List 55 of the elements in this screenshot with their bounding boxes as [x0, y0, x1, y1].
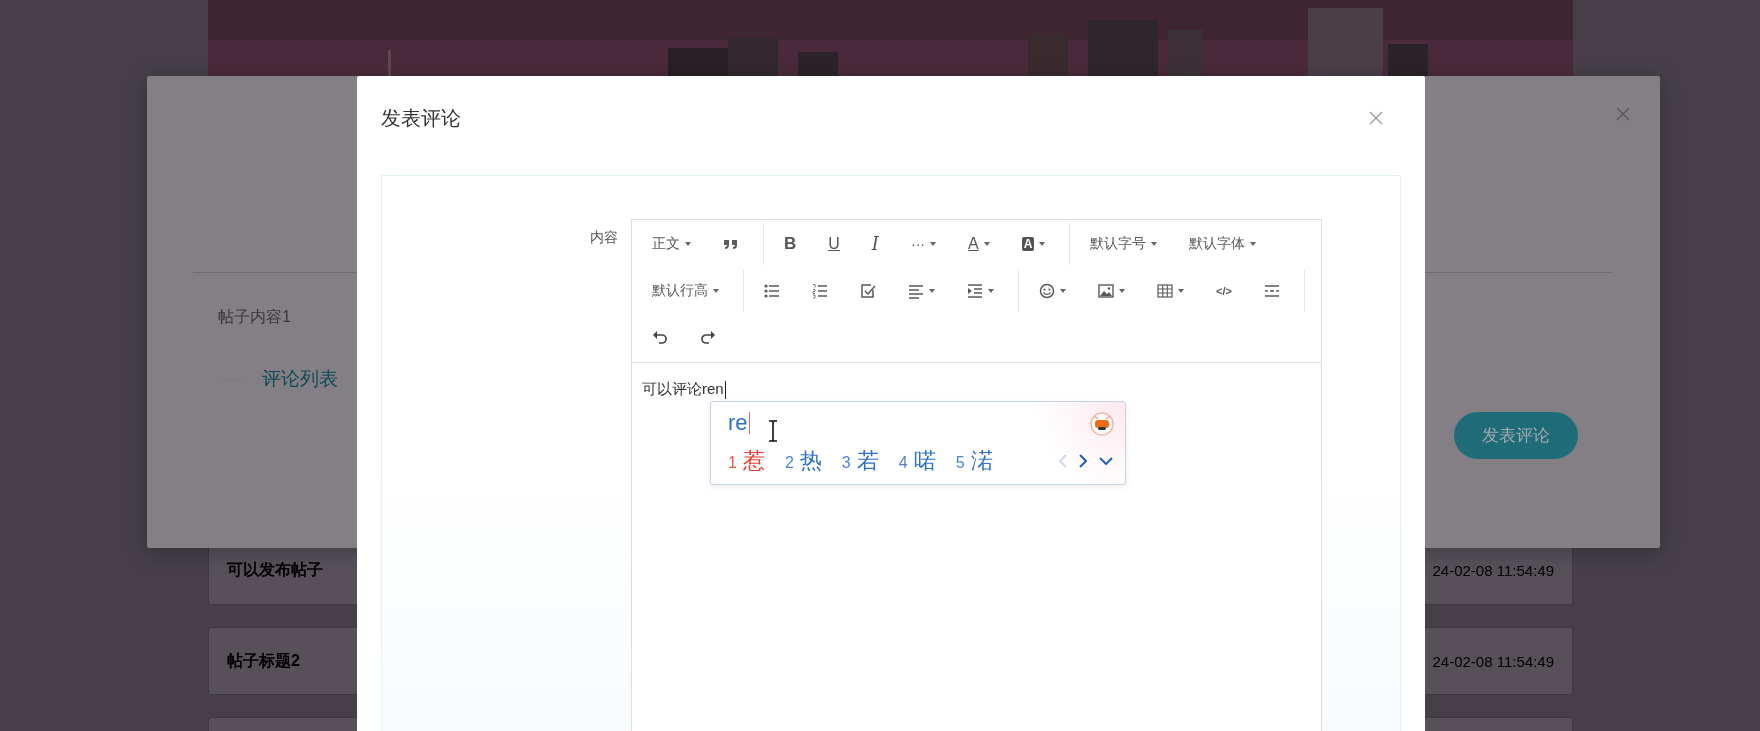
text-cursor: [748, 412, 750, 434]
caret-icon: [713, 288, 719, 293]
ime-composition: re: [728, 410, 748, 436]
ibeam-cursor-icon: [767, 420, 778, 442]
caret-icon: [988, 288, 994, 293]
caret-icon: [929, 288, 935, 293]
dropdown-button[interactable]: 默认字体: [1175, 223, 1271, 264]
text-cursor: [724, 380, 726, 399]
caret-icon: [685, 241, 691, 246]
numbered-list-icon: [812, 282, 828, 299]
caret-icon: [1151, 241, 1158, 246]
bold-button[interactable]: B: [770, 223, 811, 264]
table-icon: [1157, 282, 1173, 299]
ime-candidate[interactable]: 4 喏: [898, 446, 936, 476]
smiley-icon: [1039, 282, 1055, 299]
post-content: 帖子内容1: [217, 307, 292, 327]
post-title: 帖子标题2: [227, 650, 300, 671]
dropdown-button[interactable]: 默认行高: [638, 270, 733, 311]
dashed-line-icon: [1263, 282, 1280, 299]
redo-icon: [700, 329, 716, 346]
indent-icon: [967, 282, 983, 299]
ime-candidate[interactable]: 1 惹: [728, 446, 765, 476]
caret-icon: [1060, 288, 1066, 293]
caret-icon: [983, 241, 990, 246]
bullet-list-icon: [764, 282, 780, 299]
italic-button[interactable]: I: [857, 223, 893, 264]
post-time: 24-02-08 11:54:49: [1432, 652, 1554, 670]
caret-icon: [1039, 241, 1046, 246]
undo-icon: [652, 329, 668, 346]
checkbox-icon: [860, 282, 876, 299]
highlight-button[interactable]: A: [1007, 223, 1060, 264]
more-button[interactable]: ···: [896, 223, 950, 264]
field-label: 内容: [589, 228, 618, 247]
caret-icon: [929, 241, 936, 246]
caret-icon: [1250, 241, 1257, 246]
editor-text: 可以评论ren: [642, 380, 724, 399]
align-left-icon: [908, 282, 924, 299]
dropdown-button[interactable]: 默认字号: [1076, 223, 1172, 264]
ime-candidate[interactable]: 2 热: [784, 446, 822, 476]
post-title: 可以发布帖子: [227, 560, 323, 580]
dropdown-button[interactable]: 正文: [638, 223, 705, 264]
close-icon: [1616, 107, 1630, 121]
dialog-title: 发表评论: [381, 105, 461, 131]
ime-candidate[interactable]: 3 若: [841, 446, 879, 476]
ime-candidate[interactable]: 5 渃: [955, 446, 993, 476]
close-button[interactable]: [1369, 111, 1383, 125]
underline-button[interactable]: U: [814, 223, 854, 264]
mascot-logo-icon: [1089, 410, 1115, 436]
caret-icon: [1178, 288, 1184, 293]
post-time: 24-02-08 11:54:49: [1432, 562, 1554, 579]
section-title: 评论列表: [262, 367, 338, 391]
image-icon: [1098, 282, 1114, 299]
font-color-button[interactable]: A: [953, 223, 1004, 264]
code-button[interactable]: </>: [1202, 270, 1246, 311]
caret-icon: [1119, 288, 1125, 293]
